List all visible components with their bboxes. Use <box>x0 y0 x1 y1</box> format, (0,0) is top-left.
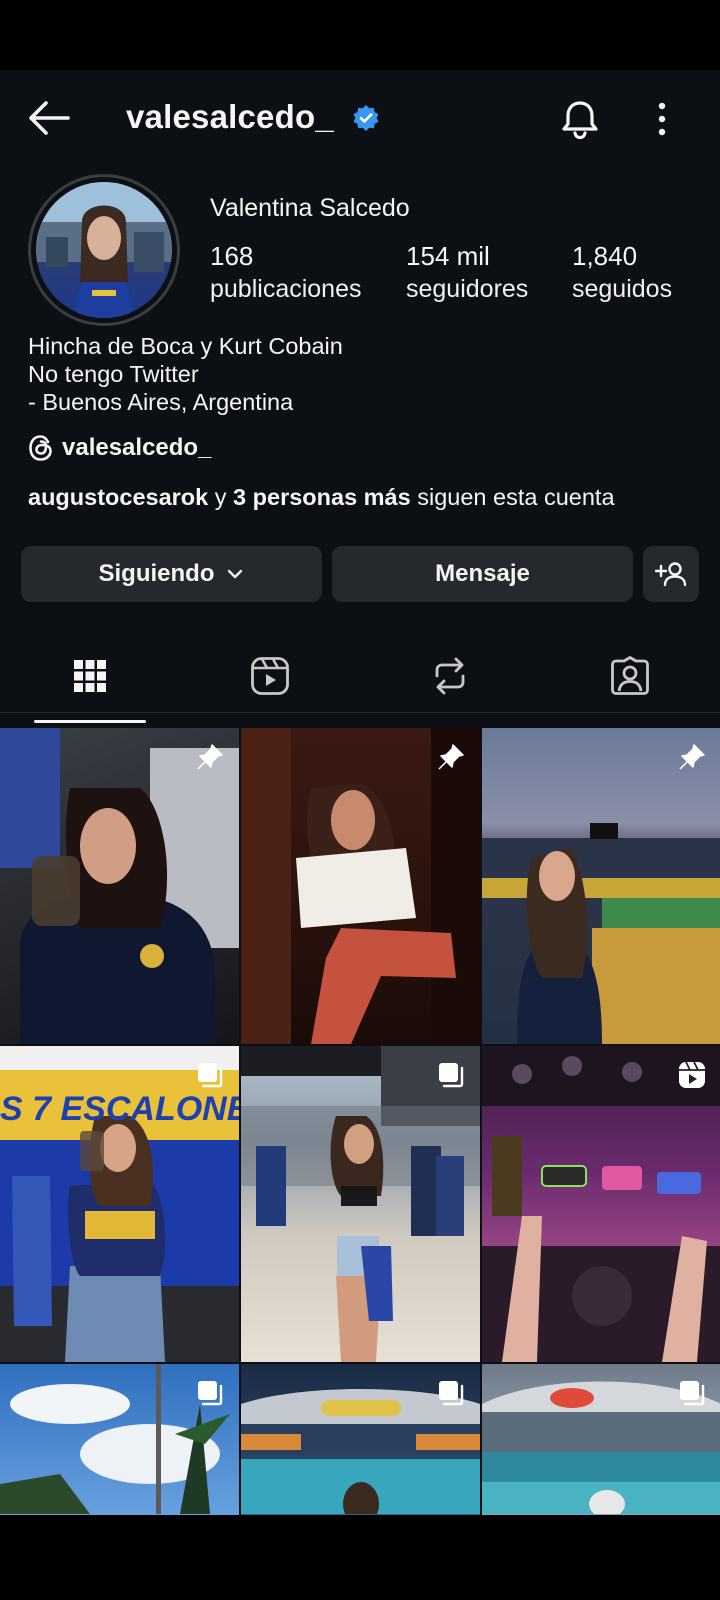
reels-icon <box>251 657 289 695</box>
notification-bell-icon[interactable] <box>560 98 600 140</box>
pin-icon <box>197 744 223 770</box>
post-photo <box>241 728 480 1044</box>
threads-link[interactable]: valesalcedo_ <box>28 432 211 464</box>
followed-by-conj: y <box>208 484 234 510</box>
avatar[interactable] <box>36 182 172 318</box>
stat-following[interactable]: 1,840 seguidos <box>572 240 672 306</box>
message-label: Mensaje <box>435 560 530 587</box>
stat-following-label: seguidos <box>572 275 673 303</box>
verified-badge-icon <box>353 105 379 131</box>
reel-icon <box>679 1061 705 1088</box>
post-photo <box>482 1046 720 1362</box>
grid-icon <box>74 660 106 692</box>
post-photo <box>482 823 720 1044</box>
tab-tagged[interactable] <box>540 640 720 712</box>
carousel-icon <box>680 1381 705 1406</box>
carousel-icon <box>439 1381 464 1406</box>
tagged-person-icon <box>611 656 649 695</box>
stat-followers-value: 154 mil <box>406 241 490 271</box>
post-tile[interactable] <box>482 728 720 1044</box>
post-tile[interactable] <box>241 1364 480 1515</box>
arrow-left-icon[interactable] <box>26 98 72 138</box>
bio-line: - Buenos Aires, Argentina <box>28 389 294 415</box>
post-tile[interactable] <box>241 728 480 1044</box>
banner-text: S 7 ESCALONES <box>0 1090 239 1128</box>
post-tile[interactable] <box>241 1046 480 1362</box>
followed-by-others: 3 personas más <box>233 484 411 510</box>
status-bar <box>0 0 720 70</box>
active-tab-indicator <box>34 720 146 723</box>
repost-icon <box>435 657 465 695</box>
post-tile[interactable] <box>0 728 239 1044</box>
threads-handle: valesalcedo_ <box>62 434 212 461</box>
followed-by-text[interactable]: augustocesarok y 3 personas más siguen e… <box>28 484 615 511</box>
tab-grid[interactable] <box>0 640 180 712</box>
profile-username: valesalcedo_ <box>126 98 334 135</box>
following-button[interactable]: Siguiendo <box>21 546 322 602</box>
chevron-down-icon <box>227 569 242 579</box>
tab-reels[interactable] <box>180 640 360 712</box>
stat-posts-value: 168 <box>210 241 254 271</box>
carousel-icon <box>198 1381 223 1406</box>
threads-icon <box>29 435 52 461</box>
profile-full-name: Valentina Salcedo <box>210 194 410 222</box>
stat-followers[interactable]: 154 mil seguidores <box>406 240 528 306</box>
carousel-icon <box>439 1063 464 1088</box>
top-bar: valesalcedo_ <box>0 70 720 170</box>
post-tile[interactable] <box>0 1364 239 1515</box>
post-tile[interactable] <box>482 1046 720 1362</box>
message-button[interactable]: Mensaje <box>332 546 633 602</box>
more-vertical-icon[interactable] <box>652 100 672 140</box>
post-tile[interactable] <box>482 1364 720 1515</box>
post-photo <box>0 728 239 1044</box>
system-navigation-bar <box>0 1515 720 1600</box>
tab-reposts[interactable] <box>360 640 540 712</box>
pin-icon <box>679 744 705 770</box>
suggest-people-button[interactable] <box>643 546 699 602</box>
profile-tabs <box>0 640 720 713</box>
stat-posts-label: publicaciones <box>210 275 362 303</box>
post-photo <box>241 1046 480 1362</box>
stat-followers-label: seguidores <box>406 275 529 303</box>
following-label: Siguiendo <box>98 560 215 587</box>
bio-line: No tengo Twitter <box>28 361 199 387</box>
followed-by-suffix: siguen esta cuenta <box>410 484 615 510</box>
pin-icon <box>438 744 464 770</box>
profile-screen: valesalcedo_ Valentina Salcedo 168 publi… <box>0 70 720 1515</box>
carousel-icon <box>198 1063 223 1088</box>
post-tile[interactable]: S 7 ESCALONES <box>0 1046 239 1362</box>
stat-posts[interactable]: 168 publicaciones <box>210 240 362 306</box>
bio-line: Hincha de Boca y Kurt Cobain <box>28 333 343 359</box>
avatar-photo <box>36 182 172 318</box>
followed-by-user: augustocesarok <box>28 484 209 510</box>
add-person-icon <box>655 562 687 587</box>
stat-following-value: 1,840 <box>572 241 638 271</box>
profile-bio: Hincha de Boca y Kurt Cobain No tengo Tw… <box>28 332 343 416</box>
